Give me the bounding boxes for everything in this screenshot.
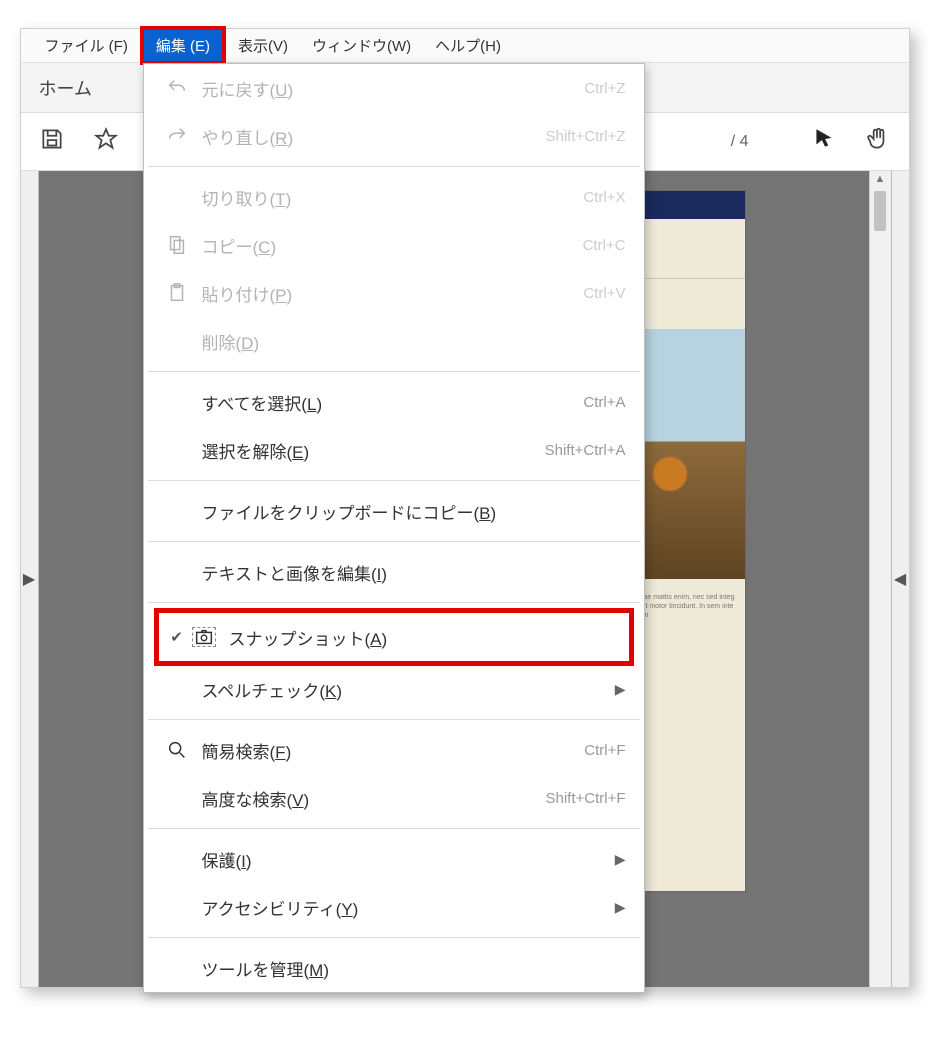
menu-find[interactable]: 簡易検索(F) Ctrl+F (144, 726, 644, 774)
menu-redo[interactable]: やり直し(R) Shift+Ctrl+Z (144, 112, 644, 160)
menu-paste-label: 貼り付け(P) (202, 281, 572, 306)
menu-redo-label: やり直し(R) (202, 124, 534, 149)
left-panel-expand[interactable]: ▶ (21, 171, 39, 987)
menu-select-all-shortcut: Ctrl+A (583, 394, 625, 411)
menu-cut-label: 切り取り(T) (202, 185, 572, 210)
menu-window[interactable]: ウィンドウ(W) (300, 30, 423, 61)
snapshot-highlight-box: ✔ スナップショット(A) (154, 608, 634, 666)
menu-copy[interactable]: コピー(C) Ctrl+C (144, 221, 644, 269)
menu-accessibility[interactable]: アクセシビリティ(Y) ▶ (144, 883, 644, 931)
menu-snapshot[interactable]: ✔ スナップショット(A) (159, 613, 629, 661)
menu-paste-shortcut: Ctrl+V (583, 285, 625, 302)
menu-copy-shortcut: Ctrl+C (583, 237, 626, 254)
menu-separator (148, 371, 640, 372)
menu-manage-tools[interactable]: ツールを管理(M) (144, 944, 644, 992)
vertical-scrollbar[interactable]: ▲ (869, 171, 891, 987)
search-icon (162, 739, 192, 761)
menu-find-shortcut: Ctrl+F (584, 742, 625, 759)
menu-deselect-label: 選択を解除(E) (202, 438, 533, 463)
menu-accessibility-label: アクセシビリティ(Y) (202, 895, 612, 920)
menu-deselect-shortcut: Shift+Ctrl+A (545, 442, 626, 459)
scroll-up-arrow[interactable]: ▲ (875, 173, 886, 185)
menu-protection-label: 保護(I) (202, 847, 612, 872)
right-panel-expand[interactable]: ◀ (891, 171, 909, 987)
menu-separator (148, 828, 640, 829)
page-count: / 4 (731, 133, 749, 151)
menu-find-label: 簡易検索(F) (202, 738, 573, 763)
paste-icon (162, 282, 192, 304)
star-icon[interactable] (93, 126, 119, 157)
menu-delete[interactable]: 削除(D) (144, 317, 644, 365)
check-icon: ✔ (167, 628, 187, 646)
menu-manage-tools-label: ツールを管理(M) (202, 956, 626, 981)
redo-icon (162, 125, 192, 147)
menu-delete-label: 削除(D) (202, 329, 626, 354)
camera-icon (189, 627, 219, 647)
menu-protection[interactable]: 保護(I) ▶ (144, 835, 644, 883)
menu-file[interactable]: ファイル (F) (33, 30, 140, 61)
menu-cut[interactable]: 切り取り(T) Ctrl+X (144, 173, 644, 221)
menu-separator (148, 719, 640, 720)
menu-cut-shortcut: Ctrl+X (583, 189, 625, 206)
menu-undo-shortcut: Ctrl+Z (584, 80, 625, 97)
menu-spellcheck[interactable]: スペルチェック(K) ▶ (144, 665, 644, 713)
menu-advanced-find-shortcut: Shift+Ctrl+F (545, 790, 625, 807)
undo-icon (162, 77, 192, 99)
submenu-arrow-icon: ▶ (612, 899, 626, 916)
menu-select-all[interactable]: すべてを選択(L) Ctrl+A (144, 378, 644, 426)
menu-edit-text-images-label: テキストと画像を編集(I) (202, 560, 626, 585)
menu-paste[interactable]: 貼り付け(P) Ctrl+V (144, 269, 644, 317)
menu-deselect[interactable]: 選択を解除(E) Shift+Ctrl+A (144, 426, 644, 474)
menu-help[interactable]: ヘルプ(H) (423, 30, 513, 61)
copy-icon (162, 234, 192, 256)
menu-undo[interactable]: 元に戻す(U) Ctrl+Z (144, 64, 644, 112)
menu-copy-label: コピー(C) (202, 233, 571, 258)
menu-edit[interactable]: 編集 (E) (140, 26, 226, 65)
menu-spellcheck-label: スペルチェック(K) (202, 677, 612, 702)
menu-redo-shortcut: Shift+Ctrl+Z (545, 128, 625, 145)
edit-menu-dropdown: 元に戻す(U) Ctrl+Z やり直し(R) Shift+Ctrl+Z 切り取り… (143, 63, 645, 993)
menu-copy-file-clipboard[interactable]: ファイルをクリップボードにコピー(B) (144, 487, 644, 535)
hand-icon[interactable] (865, 126, 891, 157)
menu-advanced-find-label: 高度な検索(V) (202, 786, 534, 811)
menu-separator (148, 602, 640, 603)
menu-copy-file-clipboard-label: ファイルをクリップボードにコピー(B) (202, 499, 626, 524)
menu-separator (148, 480, 640, 481)
menu-undo-label: 元に戻す(U) (202, 76, 573, 101)
menu-advanced-find[interactable]: 高度な検索(V) Shift+Ctrl+F (144, 774, 644, 822)
scroll-thumb[interactable] (874, 191, 886, 231)
submenu-arrow-icon: ▶ (612, 681, 626, 698)
menu-separator (148, 166, 640, 167)
tab-home[interactable]: ホーム (39, 75, 92, 101)
menu-separator (148, 541, 640, 542)
app-window: ファイル (F) 編集 (E) 表示(V) ウィンドウ(W) ヘルプ(H) ホー… (20, 28, 910, 988)
menu-bar: ファイル (F) 編集 (E) 表示(V) ウィンドウ(W) ヘルプ(H) (21, 29, 909, 63)
menu-separator (148, 937, 640, 938)
pointer-icon[interactable] (811, 126, 837, 157)
save-icon[interactable] (39, 126, 65, 157)
menu-snapshot-label: スナップショット(A) (229, 625, 611, 650)
menu-view[interactable]: 表示(V) (226, 30, 300, 61)
menu-select-all-label: すべてを選択(L) (202, 390, 572, 415)
menu-edit-text-images[interactable]: テキストと画像を編集(I) (144, 548, 644, 596)
submenu-arrow-icon: ▶ (612, 851, 626, 868)
